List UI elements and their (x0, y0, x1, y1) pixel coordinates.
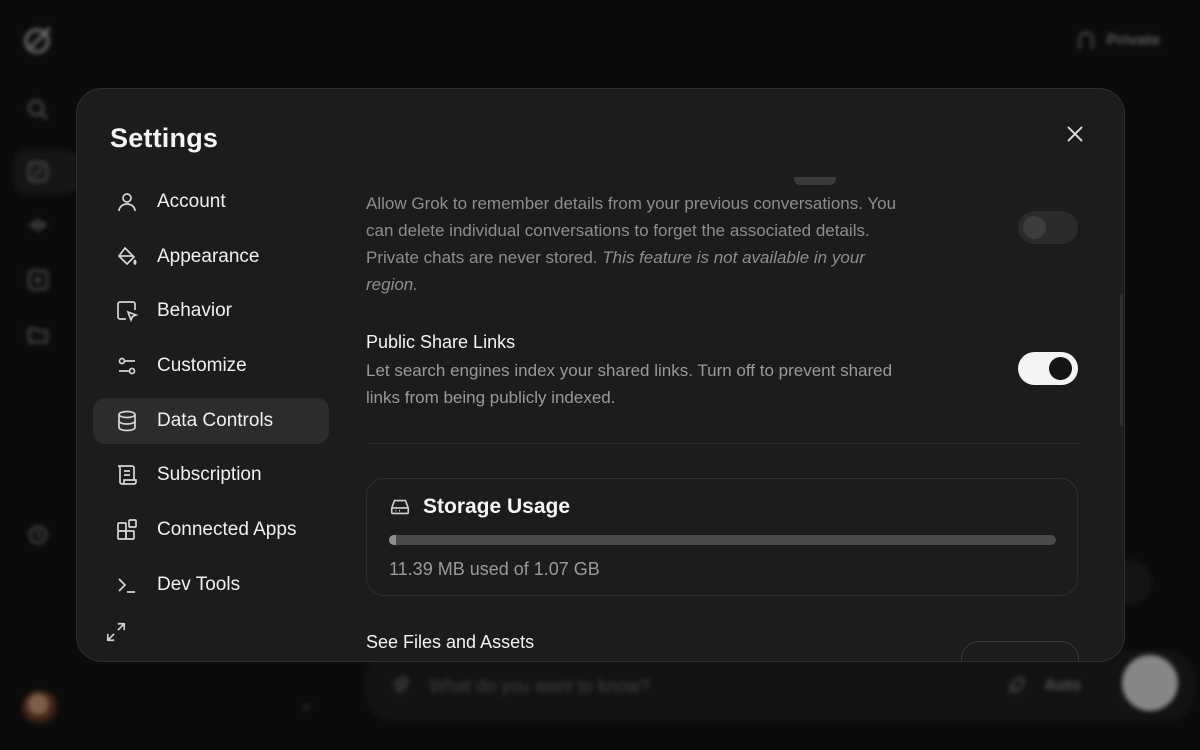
files-assets-title: See Files and Assets (366, 632, 535, 652)
nav-item-data-controls[interactable]: Data Controls (93, 397, 329, 444)
search-icon[interactable] (26, 98, 50, 122)
private-label: Private (1106, 32, 1160, 49)
nav-item-account[interactable]: Account (93, 179, 329, 225)
nav-label: Customize (157, 355, 247, 377)
nav-label: Account (157, 191, 226, 212)
nav-item-customize[interactable]: Customize (93, 343, 329, 389)
voice-mode-button[interactable] (1122, 655, 1178, 711)
avatar[interactable] (22, 690, 58, 726)
chat-input-placeholder[interactable]: What do you want to know? (429, 676, 987, 697)
grok-logo-icon[interactable] (22, 24, 54, 56)
expand-icon[interactable] (105, 621, 127, 643)
cursor-square-icon (117, 301, 139, 323)
database-icon (118, 410, 136, 432)
settings-modal: Settings Account Appearance Behavior Cus… (76, 88, 1125, 662)
section-divider (366, 443, 1079, 444)
nav-item-dev-tools[interactable]: Dev Tools (93, 562, 329, 608)
collapse-sidebar-icon[interactable]: « (302, 698, 311, 716)
storage-progress-fill (389, 535, 396, 545)
receipt-icon (117, 465, 137, 486)
nav-label: Dev Tools (157, 573, 241, 595)
projects-icon[interactable] (26, 323, 50, 347)
user-icon (118, 193, 136, 212)
nav-label: Appearance (157, 245, 260, 267)
storage-title: Storage Usage (423, 495, 571, 518)
storage-usage-card: Storage Usage 11.39 MB used of 1.07 GB (366, 478, 1078, 596)
rocket-icon (1008, 677, 1024, 694)
private-mode-toggle[interactable]: Private (1075, 30, 1160, 52)
modal-title: Settings (110, 123, 219, 153)
app-root: Private « What do you want to know? Auto… (0, 0, 1200, 750)
model-selector[interactable]: Auto (1045, 677, 1081, 695)
public-share-links-toggle[interactable] (1018, 352, 1078, 385)
nav-item-behavior[interactable]: Behavior (93, 288, 329, 334)
hard-drive-icon (390, 499, 410, 515)
sliders-icon (118, 357, 136, 375)
beta-badge (794, 177, 836, 185)
nav-item-appearance[interactable]: Appearance (93, 234, 329, 280)
settings-nav: Account Appearance Behavior Customize Da… (93, 179, 329, 617)
memory-toggle[interactable] (1018, 211, 1078, 244)
toggle-knob (1023, 216, 1046, 239)
storage-usage-text: 11.39 MB used of 1.07 GB (389, 559, 600, 579)
voice-icon[interactable] (26, 213, 50, 237)
memory-description: Allow Grok to remember details from your… (366, 190, 906, 298)
nav-label: Subscription (157, 464, 262, 486)
nav-item-subscription[interactable]: Subscription (93, 452, 329, 498)
nav-item-connected-apps[interactable]: Connected Apps (93, 507, 329, 553)
nav-label: Behavior (157, 300, 232, 322)
apps-grid-icon (117, 519, 137, 540)
storage-header: Storage Usage (389, 495, 570, 519)
nav-label: Data Controls (157, 409, 274, 431)
paint-bucket-icon (117, 246, 137, 265)
nav-label: Connected Apps (157, 519, 297, 541)
terminal-icon (118, 578, 135, 593)
imagine-icon[interactable] (26, 268, 50, 292)
toggle-knob (1049, 357, 1072, 380)
public-share-links-title: Public Share Links (366, 332, 516, 352)
paperclip-icon[interactable] (389, 675, 411, 697)
view-files-button[interactable] (961, 641, 1079, 661)
settings-content: Allow Grok to remember details from your… (366, 89, 1124, 661)
ghost-icon (1078, 31, 1094, 50)
storage-progress-bar (389, 535, 1056, 545)
content-scrollbar[interactable] (1120, 294, 1123, 426)
history-icon[interactable] (26, 523, 50, 547)
new-chat-icon[interactable] (26, 160, 50, 184)
public-share-links-description: Let search engines index your shared lin… (366, 361, 893, 407)
